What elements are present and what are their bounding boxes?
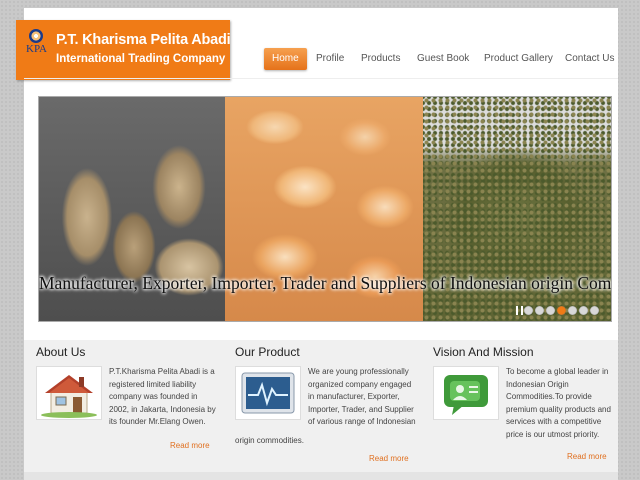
section-heading: Vision And Mission [433, 345, 534, 359]
image-slider[interactable]: Manufacturer, Exporter, Importer, Trader… [38, 96, 612, 322]
slider-dot[interactable] [557, 306, 566, 315]
section-heading: About Us [36, 345, 86, 359]
about-us-read-more-link[interactable]: Read more [170, 441, 210, 450]
slider-dot[interactable] [579, 306, 588, 315]
main-nav: Home Profile Products Guest Book Product… [24, 48, 618, 70]
nav-product-gallery[interactable]: Product Gallery [484, 48, 553, 70]
vision-mission-text: To become a global leader in Indonesian … [506, 367, 611, 439]
monitor-pulse-icon [235, 366, 301, 420]
our-product-text-tail: origin commodities. [235, 436, 304, 445]
slider-caption: Manufacturer, Exporter, Importer, Trader… [39, 273, 612, 293]
nav-products[interactable]: Products [361, 48, 400, 70]
slider-dot[interactable] [535, 306, 544, 315]
header-divider [24, 78, 618, 79]
slider-dot[interactable] [524, 306, 533, 315]
company-name: P.T. Kharisma Pelita Abadi [56, 32, 231, 48]
vision-mission-read-more-link[interactable]: Read more [567, 452, 607, 461]
about-us-section: About Us P.T.Kharisma Pelita Abadi is a … [36, 344, 216, 450]
nav-contact-us[interactable]: Contact Us [565, 48, 614, 70]
house-icon [36, 366, 102, 420]
vision-mission-section: Vision And Mission To become a global le… [433, 344, 613, 461]
nav-guest-book[interactable]: Guest Book [417, 48, 469, 70]
slider-dot[interactable] [546, 306, 555, 315]
footer-strip [24, 472, 618, 480]
section-heading: Our Product [235, 345, 300, 359]
nav-home[interactable]: Home [264, 48, 307, 70]
our-product-section: Our Product We are young professionally … [235, 344, 416, 463]
pause-icon[interactable] [516, 306, 523, 315]
about-us-text: P.T.Kharisma Pelita Abadi is a registere… [109, 367, 216, 426]
slider-dot[interactable] [590, 306, 599, 315]
our-product-text: We are young professionally organized co… [308, 367, 416, 426]
slider-dot[interactable] [568, 306, 577, 315]
our-product-read-more-link[interactable]: Read more [369, 454, 409, 463]
chat-people-icon [433, 366, 499, 420]
nav-profile[interactable]: Profile [316, 48, 344, 70]
page-container: KPA P.T. Kharisma Pelita Abadi Internati… [16, 8, 618, 480]
